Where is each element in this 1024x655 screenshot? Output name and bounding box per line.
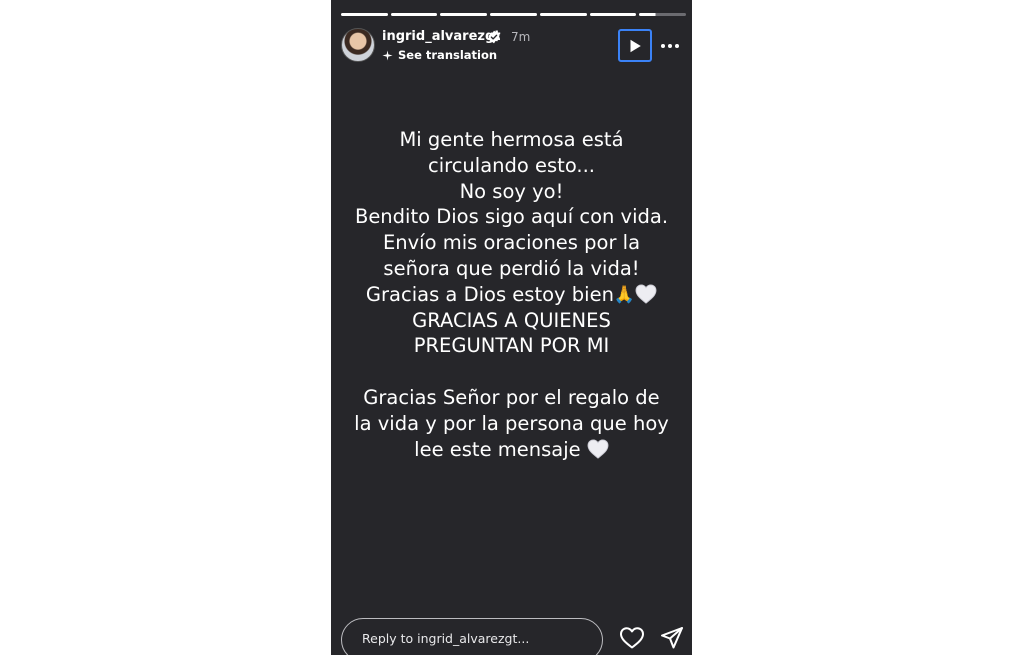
more-icon [661, 44, 665, 48]
progress-segment [341, 13, 388, 16]
message-line: Envío mis oraciones por la [382, 231, 641, 255]
play-icon [630, 39, 641, 52]
more-icon-dot [675, 44, 679, 48]
see-translation-label: See translation [398, 48, 498, 62]
message-line: la vida y por la persona que hoy [354, 411, 669, 435]
reply-input[interactable]: Reply to ingrid_alvarezgt... [341, 618, 603, 655]
message-line: circulando esto... [427, 153, 596, 177]
username[interactable]: ingrid_alvarezgt [382, 29, 500, 44]
story-progress-bar [341, 13, 687, 16]
message-line: PREGUNTAN POR MI [413, 334, 610, 358]
pray-emoji: 🙏 [613, 284, 636, 305]
more-icon-dot [668, 44, 672, 48]
progress-segment [539, 13, 587, 16]
post-time: 7m [511, 30, 531, 44]
message-line: GRACIAS A QUIENES [412, 308, 611, 332]
message-line: Mi gente hermosa está [399, 128, 624, 151]
more-options-button[interactable] [661, 40, 685, 52]
message-line: No soy yo! [459, 179, 564, 203]
reply-placeholder: Reply to ingrid_alvarezgt... [362, 631, 530, 646]
progress-segment [390, 13, 438, 16]
message-line: Gracias Señor por el regalo de [363, 385, 660, 409]
see-translation-link[interactable]: See translation [382, 48, 497, 62]
verified-badge-icon [488, 30, 500, 44]
message-line: Gracias a Dios estoy bien [365, 282, 614, 306]
message-line: Bendito Dios sigo aquí con vida. [354, 205, 669, 229]
heart-icon[interactable] [619, 626, 645, 650]
white-heart-emoji [635, 284, 657, 304]
white-heart-emoji [587, 439, 609, 459]
progress-segment [589, 13, 637, 16]
play-button[interactable] [618, 29, 652, 62]
message-line: señora que perdió la vida! [383, 256, 640, 280]
story-viewer[interactable]: ingrid_alvarezgt 7m See translation Mi g… [331, 0, 692, 655]
send-icon[interactable] [660, 626, 684, 650]
message-line: lee este mensaje [414, 437, 581, 461]
progress-segment-current [639, 13, 687, 16]
story-message: Mi gente hermosa está circulando esto...… [331, 127, 692, 462]
progress-segment [490, 13, 537, 16]
translate-icon [382, 49, 393, 61]
avatar[interactable] [341, 28, 375, 62]
message-line-with-emoji: Gracias a Dios estoy bien🙏 [331, 282, 692, 308]
progress-segment [440, 13, 488, 16]
message-line-with-emoji: lee este mensaje [331, 437, 692, 463]
